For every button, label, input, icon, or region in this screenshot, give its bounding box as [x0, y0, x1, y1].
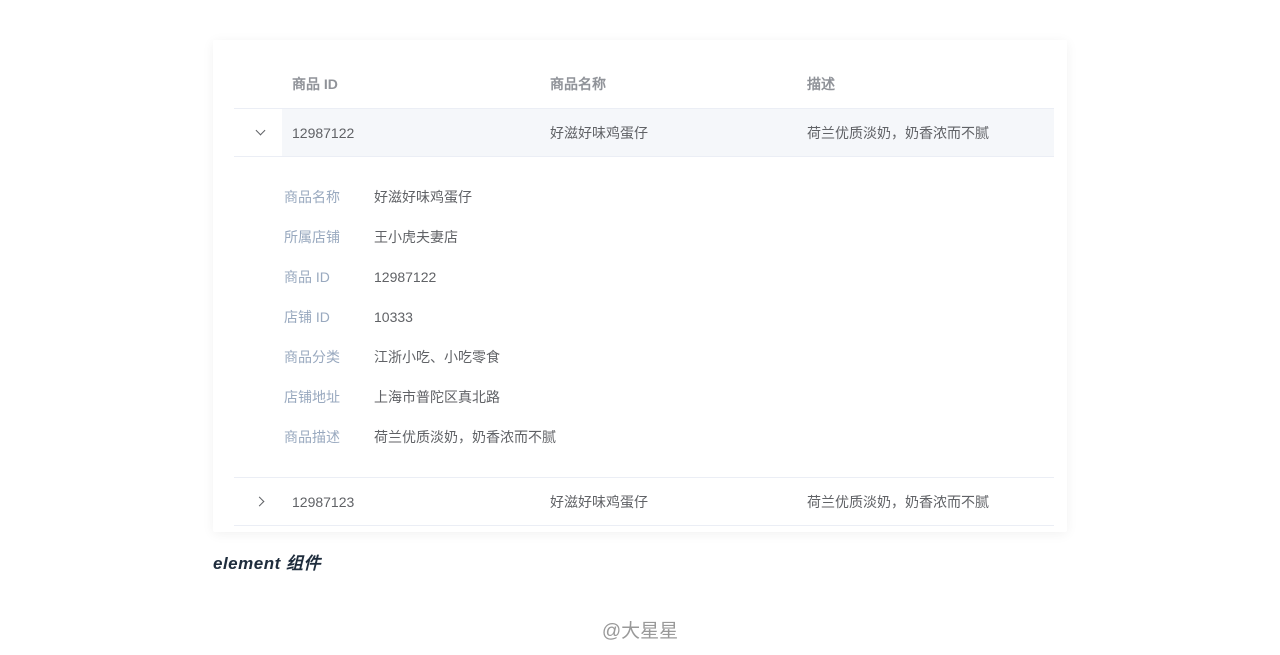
- detail-value: 好滋好味鸡蛋仔: [374, 189, 472, 205]
- detail-label: 店铺地址: [284, 389, 340, 405]
- detail-item: 商品分类 江浙小吃、小吃零食: [284, 347, 500, 367]
- detail-value: 荷兰优质淡奶，奶香浓而不腻: [374, 429, 556, 445]
- detail-item: 所属店铺 王小虎夫妻店: [284, 227, 458, 247]
- row-expand-toggle[interactable]: [234, 109, 282, 156]
- header-product-id: 商品 ID: [292, 76, 338, 92]
- row-description: 荷兰优质淡奶，奶香浓而不腻: [807, 493, 989, 510]
- detail-item: 商品 ID 12987122: [284, 267, 436, 287]
- component-caption: element 组件: [213, 554, 321, 573]
- header-expand-cell: [234, 60, 282, 108]
- detail-label: 商品名称: [284, 189, 340, 205]
- detail-item: 商品描述 荷兰优质淡奶，奶香浓而不腻: [284, 427, 556, 447]
- chevron-down-icon[interactable]: [255, 125, 265, 136]
- detail-item: 店铺 ID 10333: [284, 307, 413, 327]
- table-header-row: 商品 ID 商品名称 描述: [234, 60, 1054, 109]
- detail-label: 所属店铺: [284, 229, 340, 245]
- detail-label: 商品分类: [284, 349, 340, 365]
- detail-value: 江浙小吃、小吃零食: [374, 349, 500, 365]
- detail-value: 上海市普陀区真北路: [374, 389, 500, 405]
- row-product-name: 好滋好味鸡蛋仔: [550, 124, 648, 141]
- table-row[interactable]: 12987122 好滋好味鸡蛋仔 荷兰优质淡奶，奶香浓而不腻: [234, 109, 1054, 157]
- row-description: 荷兰优质淡奶，奶香浓而不腻: [807, 124, 989, 141]
- header-product-name: 商品名称: [550, 76, 606, 92]
- detail-label: 商品描述: [284, 429, 340, 445]
- detail-label: 商品 ID: [284, 269, 330, 285]
- detail-value: 王小虎夫妻店: [374, 229, 458, 245]
- detail-value: 12987122: [374, 269, 437, 285]
- row-product-id: 12987122: [292, 124, 355, 141]
- detail-item: 商品名称 好滋好味鸡蛋仔: [284, 187, 472, 207]
- detail-label: 店铺 ID: [284, 309, 330, 325]
- expanded-detail-panel: 商品名称 好滋好味鸡蛋仔 所属店铺 王小虎夫妻店 商品 ID 12987122 …: [234, 157, 1054, 478]
- expandable-table: 商品 ID 商品名称 描述 12987122 好滋好味鸡蛋仔 荷兰优质淡奶，奶香…: [234, 60, 1054, 526]
- row-expand-toggle[interactable]: [234, 478, 282, 525]
- author-watermark: @大星星: [601, 621, 679, 642]
- table-row[interactable]: 12987123 好滋好味鸡蛋仔 荷兰优质淡奶，奶香浓而不腻: [234, 478, 1054, 526]
- row-product-name: 好滋好味鸡蛋仔: [550, 493, 648, 510]
- chevron-right-icon[interactable]: [254, 496, 264, 507]
- row-product-id: 12987123: [292, 493, 355, 510]
- detail-value: 10333: [374, 309, 413, 325]
- detail-item: 店铺地址 上海市普陀区真北路: [284, 387, 500, 407]
- expandable-table-card: 商品 ID 商品名称 描述 12987122 好滋好味鸡蛋仔 荷兰优质淡奶，奶香…: [213, 40, 1067, 532]
- header-description: 描述: [807, 76, 835, 92]
